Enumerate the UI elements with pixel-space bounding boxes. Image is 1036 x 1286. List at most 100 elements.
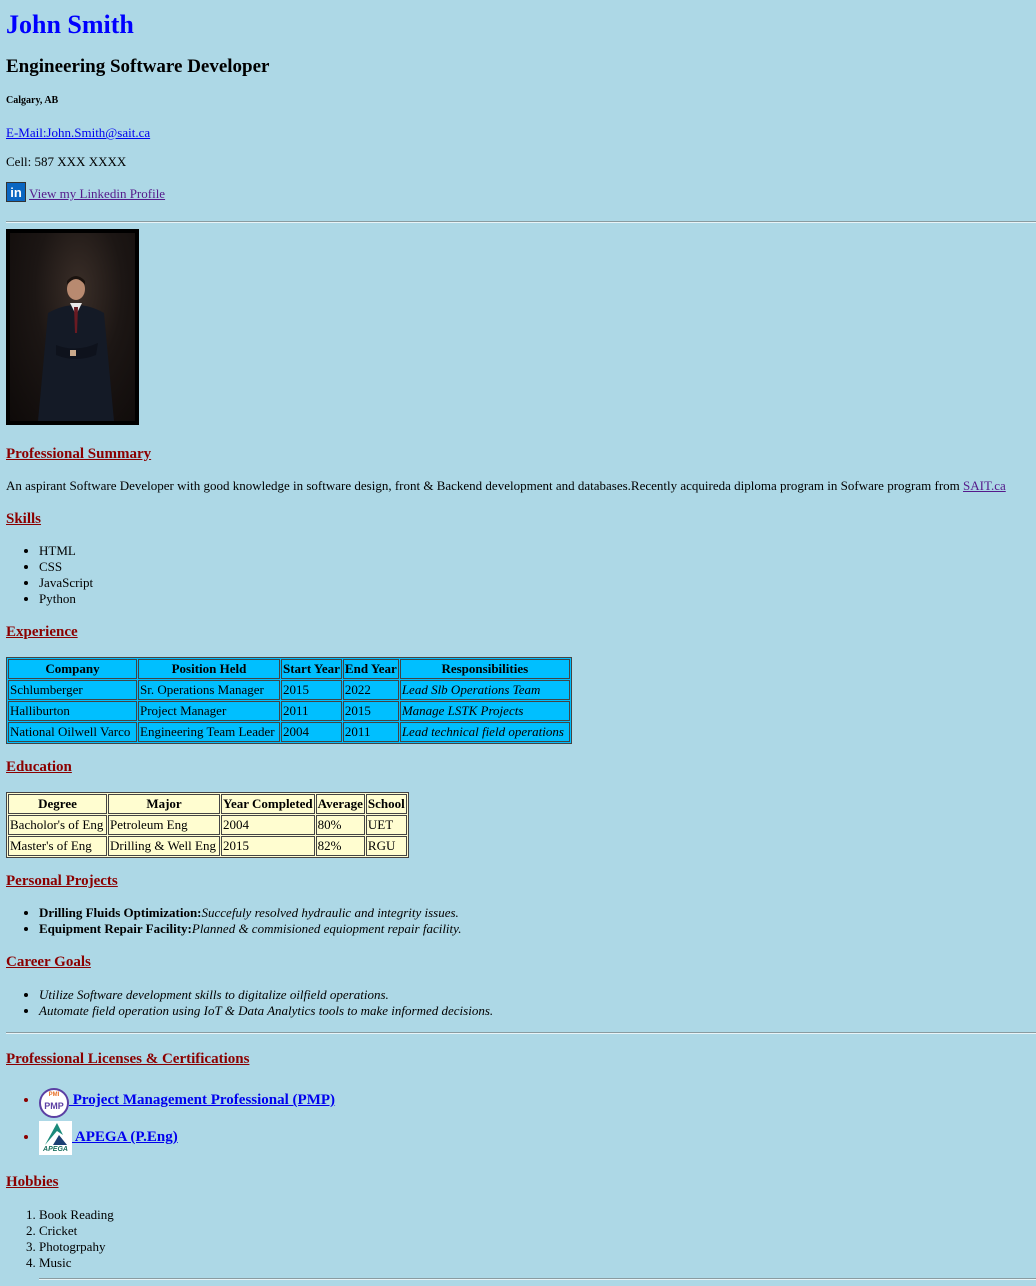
col-degree: Degree [8, 794, 107, 814]
col-start-year: Start Year [281, 659, 342, 679]
table-row: Schlumberger Sr. Operations Manager 2015… [8, 680, 570, 700]
cell: RGU [365, 836, 407, 856]
profile-photo-image [10, 233, 135, 421]
cell: 2015 [281, 680, 342, 700]
cell: Petroleum Eng [108, 815, 220, 835]
list-item: Music [39, 1255, 114, 1271]
project-name: Drilling Fluids Optimization: [39, 905, 202, 920]
education-table: Degree Major Year Completed Average Scho… [6, 792, 409, 858]
cell: 82% [315, 836, 365, 856]
certs-list: PMI PMP Project Management Professional … [6, 1082, 335, 1155]
cell: Engineering Team Leader [138, 722, 280, 742]
project-desc: Succefuly resolved hydraulic and integri… [201, 905, 459, 920]
cell: Manage LSTK Projects [399, 701, 570, 721]
list-item: Equipment Repair Facility:Planned & comm… [39, 921, 461, 937]
cell: 2011 [281, 701, 342, 721]
col-responsibilities: Responsibilities [399, 659, 570, 679]
apega-logo-icon: APEGA [39, 1121, 72, 1155]
table-row: Master's of Eng Drilling & Well Eng 2015… [8, 836, 407, 856]
hobbies-list: Book Reading Cricket Photogrpahy Music [6, 1207, 114, 1271]
cell: 2022 [342, 680, 399, 700]
summary-text: An aspirant Software Developer with good… [6, 478, 1006, 494]
cell: 2015 [221, 836, 315, 856]
linkedin-line: in View my Linkedin Profile [6, 182, 1030, 202]
pmp-link[interactable]: Project Management Professional (PMP) [69, 1092, 335, 1108]
col-company: Company [8, 659, 137, 679]
cell: Halliburton [8, 701, 137, 721]
cell: Project Manager [138, 701, 280, 721]
profile-photo [6, 229, 139, 425]
pmp-badge-icon: PMI PMP [39, 1088, 69, 1118]
project-name: Equipment Repair Facility: [39, 921, 192, 936]
cell: Master's of Eng [8, 836, 107, 856]
email-link[interactable]: E-Mail:John.Smith@sait.ca [6, 125, 150, 140]
table-header-row: Degree Major Year Completed Average Scho… [8, 794, 407, 814]
linkedin-link[interactable]: View my Linkedin Profile [29, 186, 165, 201]
divider-top [6, 221, 1036, 223]
col-end-year: End Year [342, 659, 399, 679]
col-school: School [365, 794, 407, 814]
table-header-row: Company Position Held Start Year End Yea… [8, 659, 570, 679]
section-certifications: Professional Licenses & Certifications [6, 1051, 250, 1067]
apega-logo-text: APEGA [43, 1146, 68, 1153]
section-education: Education [6, 759, 72, 775]
linkedin-icon[interactable]: in [6, 182, 26, 202]
sait-link[interactable]: SAIT.ca [963, 478, 1006, 493]
list-item: Utilize Software development skills to d… [39, 987, 493, 1003]
list-item: Cricket [39, 1223, 114, 1239]
cell: 2015 [342, 701, 399, 721]
cell: Sr. Operations Manager [138, 680, 280, 700]
list-item: HTML [39, 543, 93, 559]
cell: Schlumberger [8, 680, 137, 700]
table-row: National Oilwell Varco Engineering Team … [8, 722, 570, 742]
list-item: Book Reading [39, 1207, 114, 1223]
apega-logo-mark [45, 1123, 67, 1145]
job-title: Engineering Software Developer [6, 56, 270, 77]
cell-line: Cell: 587 XXX XXXX [6, 154, 127, 169]
projects-list: Drilling Fluids Optimization:Succefuly r… [6, 905, 461, 937]
list-item: Automate field operation using IoT & Dat… [39, 1003, 493, 1019]
cell: Drilling & Well Eng [108, 836, 220, 856]
goals-list: Utilize Software development skills to d… [6, 987, 493, 1019]
cell: 80% [315, 815, 365, 835]
portrait-figure [38, 276, 114, 421]
section-experience: Experience [6, 624, 78, 640]
table-row: Bacholor's of Eng Petroleum Eng 2004 80%… [8, 815, 407, 835]
cell: Lead technical field operations [399, 722, 570, 742]
divider-middle [6, 1032, 1036, 1034]
skills-list: HTML CSS JavaScript Python [6, 543, 93, 607]
list-item: PMI PMP Project Management Professional … [39, 1082, 335, 1119]
list-item: Python [39, 591, 93, 607]
cell: 2004 [281, 722, 342, 742]
email-line: E-Mail:John.Smith@sait.ca [6, 125, 1030, 141]
list-item: Drilling Fluids Optimization:Succefuly r… [39, 905, 461, 921]
section-personal-projects: Personal Projects [6, 873, 118, 889]
section-professional-summary: Professional Summary [6, 446, 152, 462]
col-year-completed: Year Completed [221, 794, 315, 814]
list-item: APEGA APEGA (P.Eng) [39, 1119, 335, 1155]
cell: National Oilwell Varco [8, 722, 137, 742]
cell: Lead Slb Operations Team [399, 680, 570, 700]
col-average: Average [315, 794, 365, 814]
location: Calgary, AB [6, 95, 59, 106]
pmp-badge-text: PMP [44, 1101, 64, 1111]
cell: UET [365, 815, 407, 835]
list-item: Photogrpahy [39, 1239, 114, 1255]
list-item: JavaScript [39, 575, 93, 591]
experience-table: Company Position Held Start Year End Yea… [6, 657, 572, 744]
divider-bottom [39, 1278, 1036, 1280]
cell: 2011 [342, 722, 399, 742]
section-skills: Skills [6, 511, 42, 527]
list-item: CSS [39, 559, 93, 575]
cell: 2004 [221, 815, 315, 835]
section-hobbies: Hobbies [6, 1174, 59, 1190]
section-career-goals: Career Goals [6, 954, 91, 970]
table-row: Halliburton Project Manager 2011 2015 Ma… [8, 701, 570, 721]
summary-body: An aspirant Software Developer with good… [6, 478, 964, 493]
project-desc: Planned & commisioned equiopment repair … [191, 921, 462, 936]
apega-link[interactable]: APEGA (P.Eng) [72, 1129, 178, 1145]
col-major: Major [108, 794, 220, 814]
col-position: Position Held [138, 659, 280, 679]
pmp-badge-top: PMI [48, 1092, 60, 1098]
page-title: John Smith [6, 10, 134, 39]
